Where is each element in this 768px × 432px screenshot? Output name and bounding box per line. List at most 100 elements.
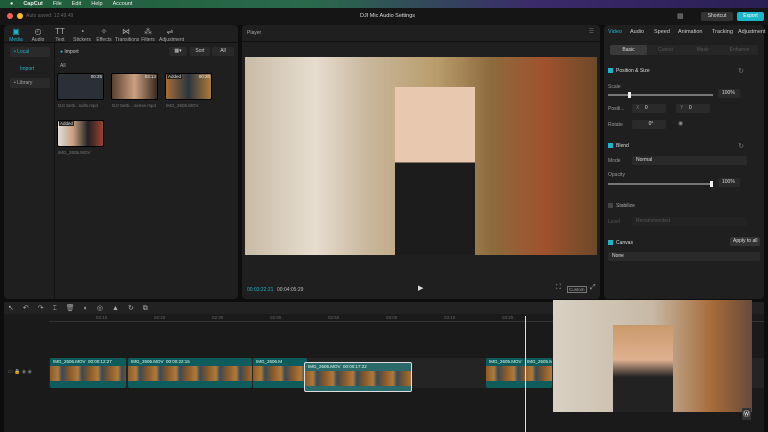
apple-icon[interactable]: ● [10,1,13,7]
clip-duration: 00:00:17:22 [343,364,367,369]
reset-icon[interactable]: ↻ [738,142,744,150]
rotate-dial-icon[interactable]: ◉ [678,120,683,127]
opacity-slider[interactable] [608,181,713,187]
position-size-section[interactable]: Position & Size [608,68,650,74]
sidebar-item-import[interactable]: Import [10,64,50,74]
menu-app[interactable]: CapCut [23,1,43,7]
subtab-enhance[interactable]: Enhance [721,45,758,55]
webcam-presenter [613,325,673,412]
sidebar-item-library[interactable]: • Library [10,78,50,88]
media-all-label: All [60,63,66,69]
opacity-knob[interactable] [710,181,713,187]
timeline-clip[interactable]: IMG_2606.MOV 00:00:22:15 [128,358,252,388]
fullscreen-icon[interactable]: ⤢ [590,284,596,292]
position-x-input[interactable]: X 0 [632,104,666,113]
tool-filters[interactable]: ⁂ Filters [137,27,159,43]
timeline-clip[interactable]: IMG_2605.MOV [486,358,524,388]
import-button[interactable]: ● Import [60,49,79,55]
scale-knob[interactable] [628,92,631,98]
layout-icon[interactable]: ▦ [677,12,684,20]
sort-button[interactable]: Sort [190,47,210,56]
close-button[interactable] [7,13,13,19]
tab-tracking[interactable]: Tracking [712,29,733,35]
canvas-select[interactable]: None [608,252,760,261]
minimize-button[interactable] [17,13,23,19]
filters-icon: ⁂ [144,27,152,36]
tab-animation[interactable]: Animation [678,29,702,35]
sidebar-item-local[interactable]: • Local [10,47,50,57]
checkbox-icon[interactable] [608,68,613,74]
menu-help[interactable]: Help [91,1,102,7]
media-duration: 03:13 [144,74,156,79]
timeline-clip[interactable]: IMG_2606.M [253,358,307,388]
track-controls-icons[interactable]: ▭ 🔒 ◉ ◉ [8,369,32,375]
scale-slider[interactable] [608,92,713,98]
media-duration: 00:25 [90,74,102,79]
menu-file[interactable]: File [53,1,62,7]
view-toggle-icon[interactable]: ▦▾ [169,47,187,56]
video-preview[interactable] [245,57,597,255]
tool-stickers[interactable]: ◔ Stickers [71,27,93,43]
position-y-input[interactable]: Y 0 [676,104,710,113]
player-panel: Player ☰ 00:03:22:21 00:04:05:29 ▶ ⛶ Cus… [242,25,600,299]
tab-speed[interactable]: Speed [654,29,670,35]
shortcut-button[interactable]: Shortcut [701,12,733,21]
export-button[interactable]: Export [737,12,764,21]
opacity-input[interactable]: 100% [718,178,740,187]
player-title: Player [247,30,262,36]
media-panel: ▣ Media ◴ Audio TT Text ◔ Stickers ✧ Effects ⋈ Tran… [4,25,238,299]
text-icon: TT [55,27,65,36]
tool-effects[interactable]: ✧ Effects [93,27,115,43]
tool-transitions[interactable]: ⋈ Transitions [115,27,139,43]
reset-icon[interactable]: ↻ [738,67,744,75]
tab-video[interactable]: Video [608,29,622,35]
subtab-bar: Basic Cutout Mask Enhance [610,45,758,55]
media-item[interactable]: 00:25 [57,73,104,100]
clip-name: IMG_2605.MOV [489,359,522,364]
tool-media[interactable]: ▣ Media [5,27,27,43]
stabilize-level-select[interactable]: Recommended [632,217,747,226]
fit-icon[interactable]: ⛶ [556,284,561,292]
subtab-basic[interactable]: Basic [610,45,647,55]
checkbox-icon[interactable] [608,143,613,149]
timeline-tools-icons[interactable]: ↖↶↷⌶🗑◐◎▲↻⧉ [8,304,157,313]
menu-edit[interactable]: Edit [72,1,81,7]
tool-text[interactable]: TT Text [49,27,71,43]
blend-section[interactable]: Blend [608,143,629,149]
checkbox-icon[interactable] [608,240,613,246]
added-badge: Added [167,74,183,79]
clip-duration: 00:00:22:15 [166,359,190,364]
media-item[interactable]: Added 00:20 [165,73,212,100]
media-item[interactable]: Added [57,120,104,147]
menu-account[interactable]: Account [113,1,133,7]
timeline-clip[interactable]: IMG_2606.MOV 00:00:17:22 [304,362,412,392]
subtab-mask[interactable]: Mask [684,45,721,55]
ruler-tick: 02:40 [270,315,282,320]
ratio-button[interactable]: Custom [567,286,587,293]
tab-adjustment[interactable]: Adjustment [738,29,766,35]
tool-audio[interactable]: ◴ Audio [27,27,49,43]
timeline-clip[interactable]: IMG_2605.M [524,358,552,388]
tool-adjustment[interactable]: ⇌ Adjustment [159,27,184,43]
apply-to-all-button[interactable]: Apply to all [730,237,761,246]
inspector-panel: Video Audio Speed Animation Tracking Adjustme… [604,25,766,299]
checkbox-icon[interactable] [608,203,613,209]
menu-icon[interactable]: ☰ [589,28,594,35]
timeline-clip[interactable]: IMG_2606.MOV 00:00:12:27 [50,358,126,388]
sticker-icon: ◔ [79,27,85,36]
tab-audio[interactable]: Audio [630,29,644,35]
playhead[interactable] [525,316,526,432]
project-title: DJI Mic Audio Settings [360,13,416,19]
title-bar: Auto saved: 12:49:49 DJI Mic Audio Setti… [0,8,768,25]
filter-all-button[interactable]: All [212,47,234,56]
ruler-tick: 02:20 [154,315,166,320]
rotate-input[interactable]: 0° [632,120,666,129]
stabilize-section[interactable]: Stabilize [608,203,635,209]
scale-label: Scale [608,84,621,90]
canvas-section[interactable]: Canvas [608,240,633,246]
scale-input[interactable]: 100% [718,89,740,98]
blend-mode-select[interactable]: Normal [632,156,747,165]
media-item[interactable]: 03:13 [111,73,158,100]
play-icon[interactable]: ▶ [418,284,423,292]
subtab-cutout[interactable]: Cutout [647,45,684,55]
